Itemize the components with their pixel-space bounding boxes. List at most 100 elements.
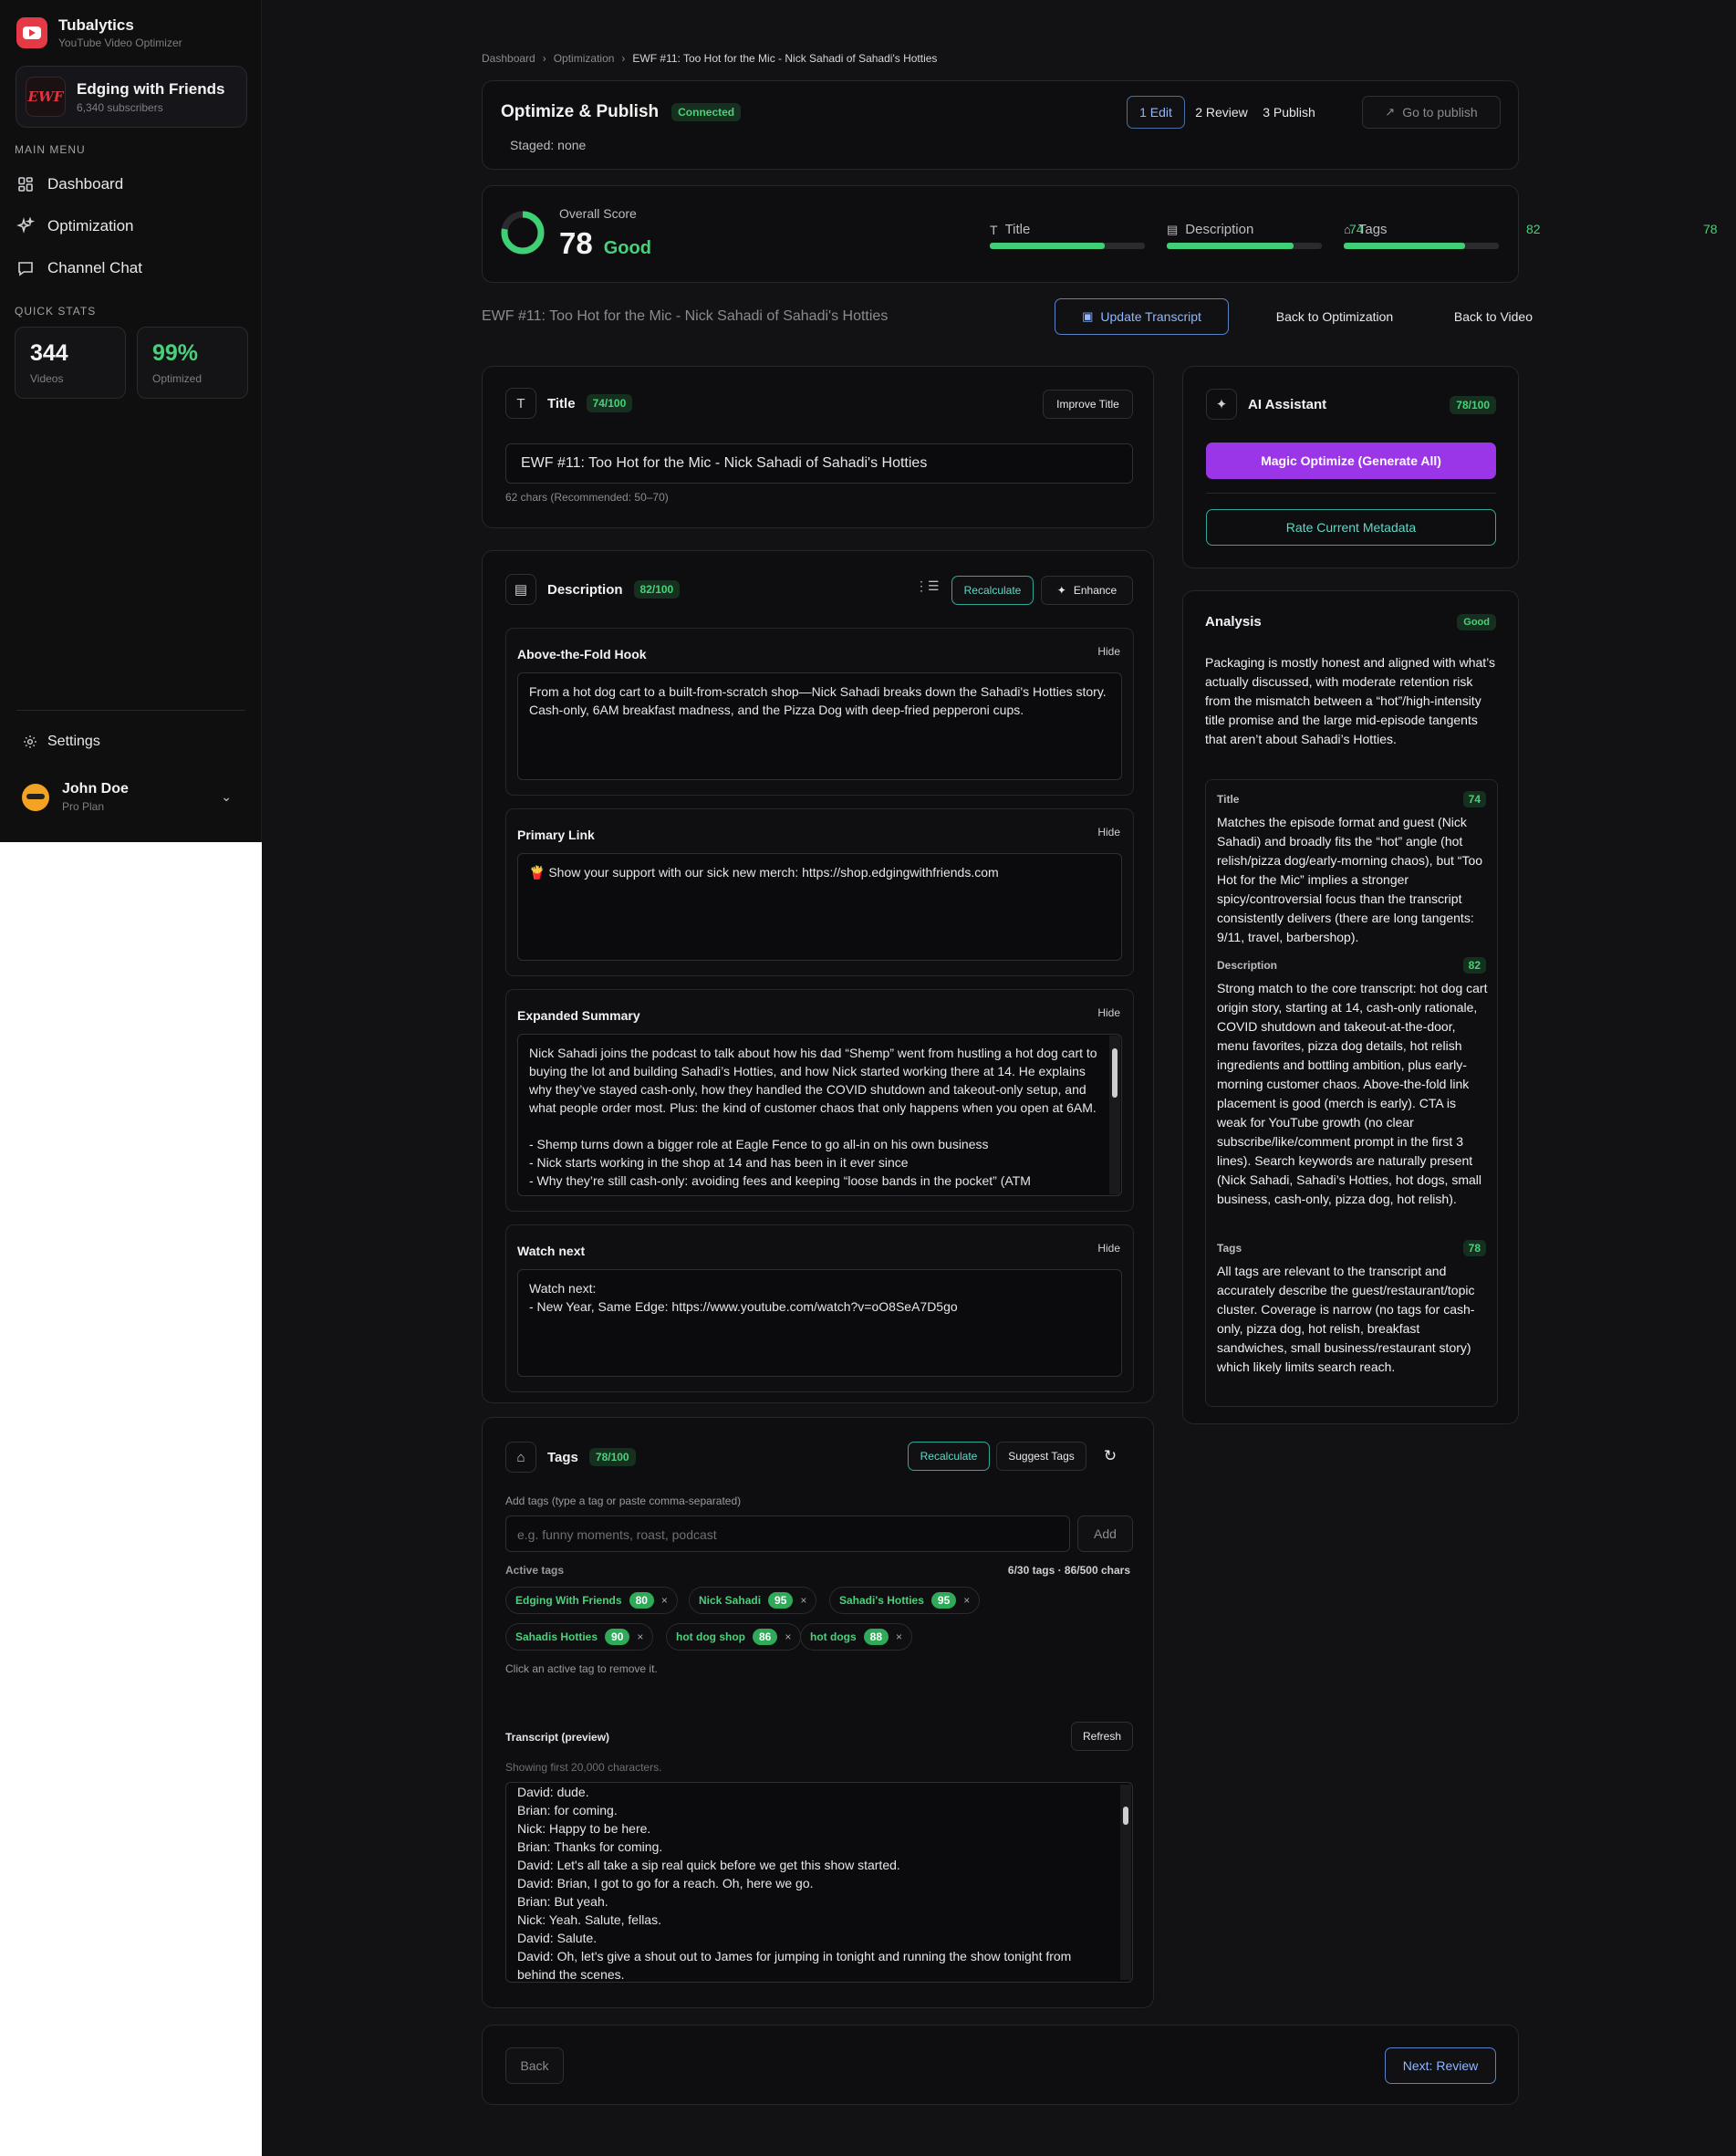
settings-link[interactable]: Settings bbox=[22, 734, 100, 750]
tag-chip[interactable]: hot dog shop 86 × bbox=[666, 1623, 802, 1651]
nav-dashboard-label: Dashboard bbox=[47, 175, 124, 193]
analysis-title: Analysis bbox=[1205, 614, 1262, 630]
user-name: John Doe bbox=[62, 781, 129, 797]
summary-scrollbar[interactable] bbox=[1109, 1036, 1120, 1194]
nav-optimization[interactable]: Optimization bbox=[16, 217, 133, 235]
staged-status: Staged: none bbox=[510, 138, 587, 152]
watch-next-hide-button[interactable]: Hide bbox=[1097, 1242, 1120, 1255]
footer-actions: Back Next: Review bbox=[482, 2025, 1519, 2105]
title-section: T Title 74/100 Improve Title EWF #11: To… bbox=[482, 366, 1154, 528]
nav-channel-chat-label: Channel Chat bbox=[47, 259, 142, 276]
enhance-button[interactable]: ✦ Enhance bbox=[1041, 576, 1133, 605]
expanded-summary-hide-button[interactable]: Hide bbox=[1097, 1006, 1120, 1019]
suggest-tags-button[interactable]: Suggest Tags bbox=[996, 1442, 1086, 1471]
user-menu[interactable]: John Doe Pro Plan ⌄ bbox=[22, 781, 232, 813]
breadcrumb-optimization[interactable]: Optimization bbox=[554, 52, 615, 65]
magic-optimize-button[interactable]: Magic Optimize (Generate All) bbox=[1206, 443, 1496, 479]
overall-score-value: 78 bbox=[559, 226, 593, 260]
tag-icon: ⌂ bbox=[1344, 223, 1351, 236]
primary-link-hide-button[interactable]: Hide bbox=[1097, 826, 1120, 838]
title-char-hint: 62 chars (Recommended: 50–70) bbox=[505, 491, 669, 504]
assistant-divider bbox=[1206, 493, 1496, 494]
remove-icon[interactable]: × bbox=[637, 1630, 643, 1643]
title-score-badge: 74/100 bbox=[586, 394, 633, 412]
channel-subscribers: 6,340 subscribers bbox=[77, 100, 163, 114]
primary-link-textarea[interactable]: 🍟 Show your support with our sick new me… bbox=[517, 853, 1122, 961]
remove-icon[interactable]: × bbox=[963, 1594, 970, 1607]
tags-count: 6/30 tags · 86/500 chars bbox=[1007, 1564, 1130, 1577]
tag-chip[interactable]: Sahadis Hotties 90 × bbox=[505, 1623, 654, 1651]
expanded-summary-textarea[interactable]: Nick Sahadi joins the podcast to talk ab… bbox=[517, 1034, 1122, 1196]
back-button[interactable]: Back bbox=[505, 2047, 564, 2084]
transcript-scrollbar[interactable] bbox=[1120, 1785, 1131, 1980]
tag-name: Sahadi's Hotties bbox=[839, 1594, 924, 1607]
tag-score: 95 bbox=[930, 1592, 957, 1609]
nav-optimization-label: Optimization bbox=[47, 217, 134, 234]
back-to-video-button[interactable]: Back to Video bbox=[1409, 298, 1536, 335]
nav-dashboard[interactable]: Dashboard bbox=[16, 175, 123, 193]
tag-chip[interactable]: hot dogs 88 × bbox=[800, 1623, 913, 1651]
tag-chip[interactable]: Sahadi's Hotties 95 × bbox=[829, 1587, 981, 1614]
hook-textarea[interactable]: From a hot dog cart to a built-from-scra… bbox=[517, 672, 1122, 780]
step-publish-tab[interactable]: 3 Publish bbox=[1258, 96, 1320, 129]
description-score-value: 82 bbox=[1526, 222, 1541, 236]
analysis-title-text: Matches the episode format and guest (Ni… bbox=[1217, 815, 1483, 944]
settings-label: Settings bbox=[47, 734, 100, 749]
hook-hide-button[interactable]: Hide bbox=[1097, 645, 1120, 658]
breadcrumb-dashboard[interactable]: Dashboard bbox=[482, 52, 535, 65]
remove-icon[interactable]: × bbox=[785, 1630, 791, 1643]
next-review-button[interactable]: Next: Review bbox=[1385, 2047, 1496, 2084]
remove-icon[interactable]: × bbox=[896, 1630, 902, 1643]
improve-title-button[interactable]: Improve Title bbox=[1043, 390, 1133, 419]
title-score-text: Title bbox=[1004, 222, 1031, 237]
tags-section-label: Tags bbox=[547, 1449, 578, 1465]
brand[interactable]: Tubalytics YouTube Video Optimizer bbox=[16, 16, 182, 49]
description-recalculate-button[interactable]: Recalculate bbox=[951, 576, 1034, 605]
analysis-panel: Analysis Good Packaging is mostly honest… bbox=[1182, 590, 1519, 1424]
analysis-summary: Packaging is mostly honest and aligned w… bbox=[1205, 655, 1496, 746]
overall-score-card: Overall Score 78 Good T Title 74 ▤ Descrip… bbox=[482, 185, 1718, 283]
sidebar: Tubalytics YouTube Video Optimizer EWF E… bbox=[0, 0, 262, 842]
video-title: EWF #11: Too Hot for the Mic - Nick Saha… bbox=[482, 308, 889, 324]
go-to-publish-label: Go to publish bbox=[1402, 105, 1478, 120]
analysis-badge: Good bbox=[1457, 614, 1496, 630]
transcript-refresh-button[interactable]: Refresh bbox=[1071, 1722, 1133, 1751]
brand-name: Tubalytics bbox=[58, 16, 134, 34]
update-transcript-button[interactable]: ▣ Update Transcript bbox=[1055, 298, 1229, 335]
user-plan: Pro Plan bbox=[62, 800, 105, 813]
title-section-label: Title bbox=[547, 395, 576, 411]
analysis-tags-text: All tags are relevant to the transcript … bbox=[1217, 1264, 1475, 1374]
transcript-textarea[interactable]: David: dude. Brian: for coming. Nick: Ha… bbox=[505, 1782, 1133, 1983]
remove-icon[interactable]: × bbox=[661, 1594, 668, 1607]
breadcrumb-current: EWF #11: Too Hot for the Mic - Nick Saha… bbox=[632, 52, 938, 65]
add-tag-button[interactable]: Add bbox=[1077, 1515, 1133, 1552]
remove-icon[interactable]: × bbox=[800, 1594, 806, 1607]
rate-metadata-button[interactable]: Rate Current Metadata bbox=[1206, 509, 1496, 546]
channel-name: Edging with Friends bbox=[77, 79, 225, 98]
status-badge: Connected bbox=[671, 103, 742, 121]
update-transcript-label: Update Transcript bbox=[1100, 309, 1201, 324]
step-review-tab[interactable]: 2 Review bbox=[1190, 96, 1253, 129]
back-to-optimization-button[interactable]: Back to Optimization bbox=[1243, 298, 1426, 335]
tag-input[interactable]: e.g. funny moments, roast, podcast bbox=[505, 1515, 1070, 1552]
tags-recalculate-button[interactable]: Recalculate bbox=[908, 1442, 990, 1471]
expanded-summary-title: Expanded Summary bbox=[517, 1008, 640, 1023]
reorder-icon[interactable]: ⋮☰ bbox=[915, 578, 940, 594]
watch-next-textarea[interactable]: Watch next: - New Year, Same Edge: https… bbox=[517, 1269, 1122, 1377]
stat-optimized-value: 99% bbox=[152, 340, 199, 366]
refresh-icon[interactable]: ↻ bbox=[1094, 1442, 1127, 1471]
channel-switcher[interactable]: EWF Edging with Friends 6,340 subscriber… bbox=[16, 66, 247, 128]
transcript-hint: Showing first 20,000 characters. bbox=[505, 1761, 662, 1774]
step-edit-tab[interactable]: 1 Edit bbox=[1127, 96, 1185, 129]
hook-title: Above-the-Fold Hook bbox=[517, 647, 647, 661]
play-logo-icon bbox=[16, 17, 47, 48]
tag-chip[interactable]: Nick Sahadi 95 × bbox=[689, 1587, 817, 1614]
stat-optimized: 99% Optimized bbox=[137, 327, 248, 399]
go-to-publish-button[interactable]: ↗ Go to publish bbox=[1362, 96, 1501, 129]
nav-channel-chat[interactable]: Channel Chat bbox=[16, 259, 142, 277]
title-input[interactable]: EWF #11: Too Hot for the Mic - Nick Saha… bbox=[505, 443, 1133, 484]
tag-chip[interactable]: Edging With Friends 80 × bbox=[505, 1587, 678, 1614]
brand-subtitle: YouTube Video Optimizer bbox=[58, 36, 182, 49]
ai-assistant-label: AI Assistant bbox=[1248, 396, 1327, 412]
grid-icon bbox=[18, 177, 33, 192]
